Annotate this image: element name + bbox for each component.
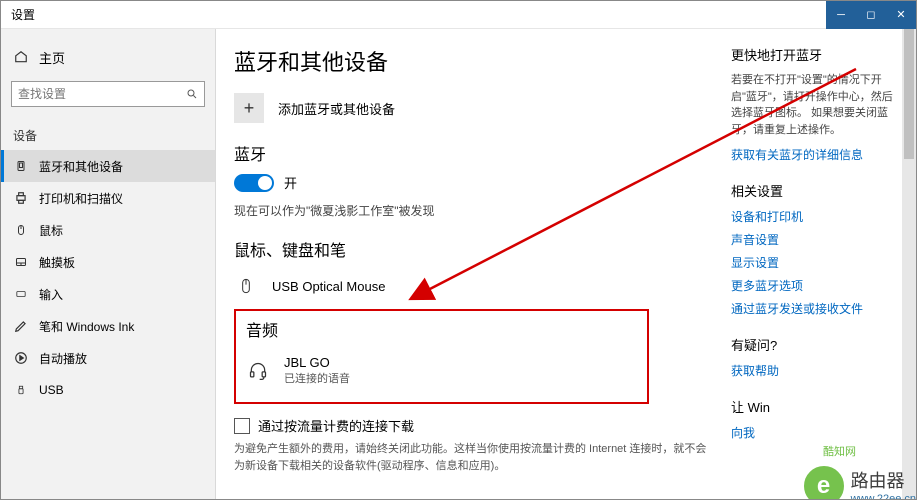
bluetooth-icon bbox=[13, 159, 29, 173]
sidebar-search[interactable] bbox=[11, 81, 205, 107]
aside-q-head: 有疑问? bbox=[731, 335, 896, 354]
window-title: 设置 bbox=[1, 6, 35, 23]
device-name: JBL GO bbox=[284, 355, 350, 370]
sidebar: 主页 设备 蓝牙和其他设备 打印机和扫描仪 bbox=[1, 29, 216, 499]
watermark-ku: 酷知网 bbox=[823, 443, 856, 459]
printer-icon bbox=[13, 191, 29, 205]
main-content: 蓝牙和其他设备 + 添加蓝牙或其他设备 蓝牙 开 现在可以作为"微夏浅影工作室"… bbox=[234, 45, 721, 499]
add-device-label: 添加蓝牙或其他设备 bbox=[278, 99, 395, 118]
aside-fast-head: 更快地打开蓝牙 bbox=[731, 45, 896, 64]
minimize-button[interactable]: ─ bbox=[826, 1, 856, 29]
sidebar-item-autoplay[interactable]: 自动播放 bbox=[1, 342, 215, 374]
aside-link-display[interactable]: 显示设置 bbox=[731, 254, 896, 271]
sidebar-item-label: 输入 bbox=[39, 286, 63, 303]
watermark-brand: 路由器 bbox=[851, 467, 905, 493]
pen-icon bbox=[13, 319, 29, 333]
aside-link-more-bt[interactable]: 更多蓝牙选项 bbox=[731, 277, 896, 294]
sidebar-item-mouse[interactable]: 鼠标 bbox=[1, 214, 215, 246]
add-device-row[interactable]: + 添加蓝牙或其他设备 bbox=[234, 93, 721, 123]
sidebar-item-bluetooth[interactable]: 蓝牙和其他设备 bbox=[1, 150, 215, 182]
aside-get-help-link[interactable]: 获取帮助 bbox=[731, 362, 896, 379]
titlebar: 设置 ─ ◻ ✕ bbox=[1, 1, 916, 29]
aside: 更快地打开蓝牙 若要在不打开"设置"的情况下开启"蓝牙"，请打开操作中心，然后选… bbox=[731, 45, 896, 499]
scrollbar-thumb[interactable] bbox=[904, 29, 914, 159]
aside-link-bt-sendrecv[interactable]: 通过蓝牙发送或接收文件 bbox=[731, 300, 896, 317]
headset-icon bbox=[246, 361, 270, 381]
sidebar-item-label: 鼠标 bbox=[39, 222, 63, 239]
autoplay-icon bbox=[13, 351, 29, 365]
page-title: 蓝牙和其他设备 bbox=[234, 45, 721, 77]
device-name: USB Optical Mouse bbox=[272, 279, 385, 294]
aside-related-head: 相关设置 bbox=[731, 181, 896, 200]
sidebar-item-pen[interactable]: 笔和 Windows Ink bbox=[1, 310, 215, 342]
sidebar-group-label: 设备 bbox=[1, 117, 215, 150]
sidebar-item-label: 自动播放 bbox=[39, 350, 87, 367]
keyboard-icon bbox=[13, 289, 29, 299]
scrollbar[interactable] bbox=[902, 29, 916, 499]
aside-fast-body: 若要在不打开"设置"的情况下开启"蓝牙"，请打开操作中心，然后选择蓝牙图标。 如… bbox=[731, 72, 896, 138]
mkp-heading: 鼠标、键盘和笔 bbox=[234, 237, 721, 261]
device-sub: 已连接的语音 bbox=[284, 370, 350, 386]
sidebar-item-label: 打印机和扫描仪 bbox=[39, 190, 123, 207]
sidebar-item-label: USB bbox=[39, 383, 64, 397]
aside-link-sound[interactable]: 声音设置 bbox=[731, 231, 896, 248]
sidebar-item-printers[interactable]: 打印机和扫描仪 bbox=[1, 182, 215, 214]
home-icon bbox=[13, 50, 29, 64]
aside-bt-details-link[interactable]: 获取有关蓝牙的详细信息 bbox=[731, 146, 896, 163]
sidebar-home[interactable]: 主页 bbox=[1, 39, 215, 75]
device-audio[interactable]: JBL GO 已连接的语音 bbox=[246, 349, 637, 392]
device-mouse[interactable]: USB Optical Mouse bbox=[234, 269, 721, 303]
sidebar-nav: 蓝牙和其他设备 打印机和扫描仪 鼠标 触摸板 输入 bbox=[1, 150, 215, 406]
sidebar-item-touchpad[interactable]: 触摸板 bbox=[1, 246, 215, 278]
maximize-button[interactable]: ◻ bbox=[856, 1, 886, 29]
search-input[interactable] bbox=[12, 87, 180, 101]
discoverable-text: 现在可以作为"微夏浅影工作室"被发现 bbox=[234, 202, 721, 219]
plus-icon: + bbox=[234, 93, 264, 123]
sidebar-home-label: 主页 bbox=[39, 48, 65, 67]
sidebar-item-label: 触摸板 bbox=[39, 254, 75, 271]
highlight-box: 音频 JBL GO 已连接的语音 bbox=[234, 309, 649, 404]
metered-help: 为避免产生额外的费用，请始终关闭此功能。这样当你使用按流量计费的 Interne… bbox=[234, 441, 714, 474]
sidebar-item-usb[interactable]: USB bbox=[1, 374, 215, 406]
watermark-logo-icon: e bbox=[801, 463, 847, 499]
mouse-device-icon bbox=[234, 275, 258, 297]
aside-feedback-link[interactable]: 向我 bbox=[731, 424, 896, 441]
sidebar-item-label: 笔和 Windows Ink bbox=[39, 318, 134, 335]
touchpad-icon bbox=[13, 256, 29, 268]
audio-heading: 音频 bbox=[246, 317, 637, 341]
metered-label: 通过按流量计费的连接下载 bbox=[258, 416, 414, 435]
metered-checkbox[interactable] bbox=[234, 418, 250, 434]
bluetooth-toggle[interactable] bbox=[234, 174, 274, 192]
watermark-url: www.22ee.cn bbox=[851, 493, 916, 499]
sidebar-item-label: 蓝牙和其他设备 bbox=[39, 158, 123, 175]
metered-download-row[interactable]: 通过按流量计费的连接下载 bbox=[234, 416, 721, 435]
usb-icon bbox=[13, 383, 29, 397]
bluetooth-heading: 蓝牙 bbox=[234, 141, 721, 165]
search-icon bbox=[180, 88, 204, 100]
aside-link-devices-printers[interactable]: 设备和打印机 bbox=[731, 208, 896, 225]
close-button[interactable]: ✕ bbox=[886, 1, 916, 29]
mouse-icon bbox=[13, 223, 29, 237]
bluetooth-toggle-label: 开 bbox=[284, 173, 297, 192]
watermark: e 路由器 www.22ee.cn bbox=[801, 463, 916, 499]
sidebar-item-typing[interactable]: 输入 bbox=[1, 278, 215, 310]
aside-better-head: 让 Win bbox=[731, 397, 896, 416]
